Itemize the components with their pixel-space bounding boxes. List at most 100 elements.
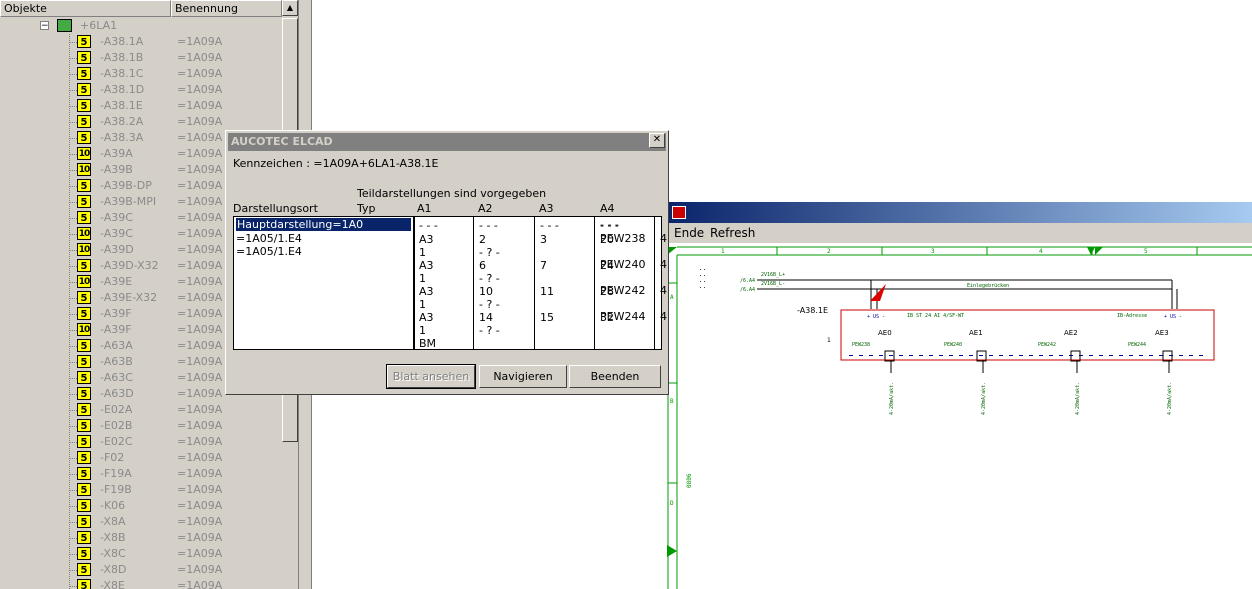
tree-item[interactable]: 5 -A38.1E =1A09A [0, 98, 282, 114]
wire-ref: /6.A4 [740, 278, 755, 284]
terminal-mark [989, 355, 993, 356]
tree-item[interactable]: 5 -X8C =1A09A [0, 546, 282, 562]
tree-item-name: -A39E [100, 275, 133, 288]
location-item[interactable]: =1A05/1.E4 [234, 232, 413, 245]
tree-line [70, 522, 77, 523]
location-listbox[interactable]: Hauptdarstellung=1A0 =1A05/1.E4 =1A05/1.… [233, 216, 414, 350]
col-a4-values: - - - PEW238 PEW240 PEW242 PEW244 4 4 4 4 [600, 216, 670, 350]
tree-item[interactable]: 5 -E02A =1A09A [0, 402, 282, 418]
tree-item[interactable]: 5 -X8B =1A09A [0, 530, 282, 546]
tree-item-name: -A38.1C [100, 67, 144, 80]
row-letter: B [670, 398, 674, 405]
tree-item[interactable]: 5 -X8A =1A09A [0, 514, 282, 530]
tree-line [70, 42, 77, 43]
tree-item[interactable]: 5 -E02C =1A09A [0, 434, 282, 450]
tree-item-benennung: =1A09A [177, 179, 223, 192]
tree-item-benennung: =1A09A [177, 227, 223, 240]
channel-label: AE0 [878, 329, 892, 337]
tree-item-benennung: =1A09A [177, 451, 223, 464]
ruler-number: 5 [1144, 248, 1148, 255]
tree-item-benennung: =1A09A [177, 323, 223, 336]
tree-root-item[interactable]: − +6LA1 [0, 18, 282, 34]
tree-item[interactable]: 5 -F19A =1A09A [0, 466, 282, 482]
grid-cell: 1 [419, 324, 426, 337]
tree-line [70, 394, 77, 395]
module-icon: 5 [77, 531, 91, 544]
close-icon[interactable]: ✕ [649, 133, 665, 148]
tree-item-benennung: =1A09A [177, 483, 223, 496]
tree-line [70, 266, 77, 267]
tree-item[interactable]: 5 -A38.1A =1A09A [0, 34, 282, 50]
channel-label: AE2 [1064, 329, 1078, 337]
grid-cell: PEW238 [600, 232, 646, 245]
blatt-ansehen-button[interactable]: Blatt ansehen [386, 364, 476, 389]
tree-line [70, 570, 77, 571]
location-item-selected[interactable]: Hauptdarstellung=1A0 [236, 218, 411, 231]
tree-item-benennung: =1A09A [177, 355, 223, 368]
grid-cell: 2 [479, 233, 486, 246]
grid-cell: PEW244 [600, 310, 646, 323]
tree-item-benennung: =1A09A [177, 547, 223, 560]
tree-item-benennung: =1A09A [177, 259, 223, 272]
tree-item-benennung: =1A09A [177, 83, 223, 96]
app-icon [672, 206, 686, 219]
tree-line [70, 58, 77, 59]
schematic-canvas[interactable]: 1 2 3 4 5 A B D 0806 /6.A4 /6.A4 2V16B_L… [667, 243, 1252, 589]
tree-line [70, 474, 77, 475]
menu-ende[interactable]: Ende [674, 226, 704, 240]
tree-item-name: -A38.1B [100, 51, 144, 64]
tree-line [70, 554, 77, 555]
ib-address: IB-Adresse [1117, 313, 1147, 319]
terminal-mark [1189, 355, 1193, 356]
tree-item[interactable]: 5 -K06 =1A09A [0, 498, 282, 514]
navigieren-button[interactable]: Navigieren [479, 365, 567, 388]
col-a2: - - -3 7 11 15 [535, 217, 595, 349]
tree-item-name: -A38.1D [100, 83, 145, 96]
pew-label: PEW244 [1128, 342, 1146, 348]
module-icon: 5 [77, 515, 91, 528]
tree-item[interactable]: 5 -A38.1C =1A09A [0, 66, 282, 82]
tree-item-name: -A39F [100, 307, 132, 320]
column-header-objekte[interactable]: Objekte [0, 0, 171, 17]
tree-item[interactable]: 5 -F02 =1A09A [0, 450, 282, 466]
tree-item[interactable]: 5 -A38.1D =1A09A [0, 82, 282, 98]
tree-item[interactable]: 5 -F19B =1A09A [0, 482, 282, 498]
tree-item-name: -A63A [100, 339, 133, 352]
beenden-button[interactable]: Beenden [569, 365, 661, 388]
signal-label: 4-20mA/akt. [889, 382, 895, 415]
grid-cell: - ? - [479, 324, 500, 337]
module-icon: 5 [77, 195, 91, 208]
menu-refresh[interactable]: Refresh [710, 226, 755, 240]
tree-item[interactable]: 5 -A38.2A =1A09A [0, 114, 282, 130]
dialog-title-bar[interactable]: AUCOTEC ELCAD [228, 133, 666, 151]
location-item[interactable]: =1A05/1.E4 [234, 245, 413, 258]
supply-us-label: + US - [1164, 314, 1182, 320]
module-icon: 5 [77, 419, 91, 432]
tree-line [70, 362, 77, 363]
terminal-mark [1009, 355, 1013, 356]
terminal-mark [1119, 355, 1123, 356]
module-icon: 5 [77, 403, 91, 416]
ruler-number: 3 [931, 248, 935, 255]
viewer-title-bar[interactable] [667, 202, 1252, 223]
terminal-mark [889, 355, 893, 356]
terminal-mark [919, 355, 923, 356]
collapse-icon[interactable]: − [40, 21, 49, 31]
tree-item[interactable]: 5 -X8D =1A09A [0, 562, 282, 578]
module-icon: 5 [77, 547, 91, 560]
tree-line [70, 490, 77, 491]
scroll-up-arrow-icon[interactable]: ▲ [282, 0, 298, 16]
tree-item-benennung: =1A09A [177, 211, 223, 224]
tree-item[interactable]: 5 -X8E =1A09A [0, 578, 282, 589]
module-icon: 5 [77, 83, 91, 96]
tree-item-name: -A63D [100, 387, 134, 400]
tree-line [70, 106, 77, 107]
tree-item[interactable]: 5 -E02B =1A09A [0, 418, 282, 434]
row-letter: A [670, 294, 674, 301]
tree-item[interactable]: 5 -A38.1B =1A09A [0, 50, 282, 66]
darstellungsort-label: Darstellungsort [233, 202, 318, 215]
tree-item-benennung: =1A09A [177, 275, 223, 288]
module-icon: 5 [77, 483, 91, 496]
column-header-benennung[interactable]: Benennung [171, 0, 282, 17]
module-icon: 5 [77, 131, 91, 144]
